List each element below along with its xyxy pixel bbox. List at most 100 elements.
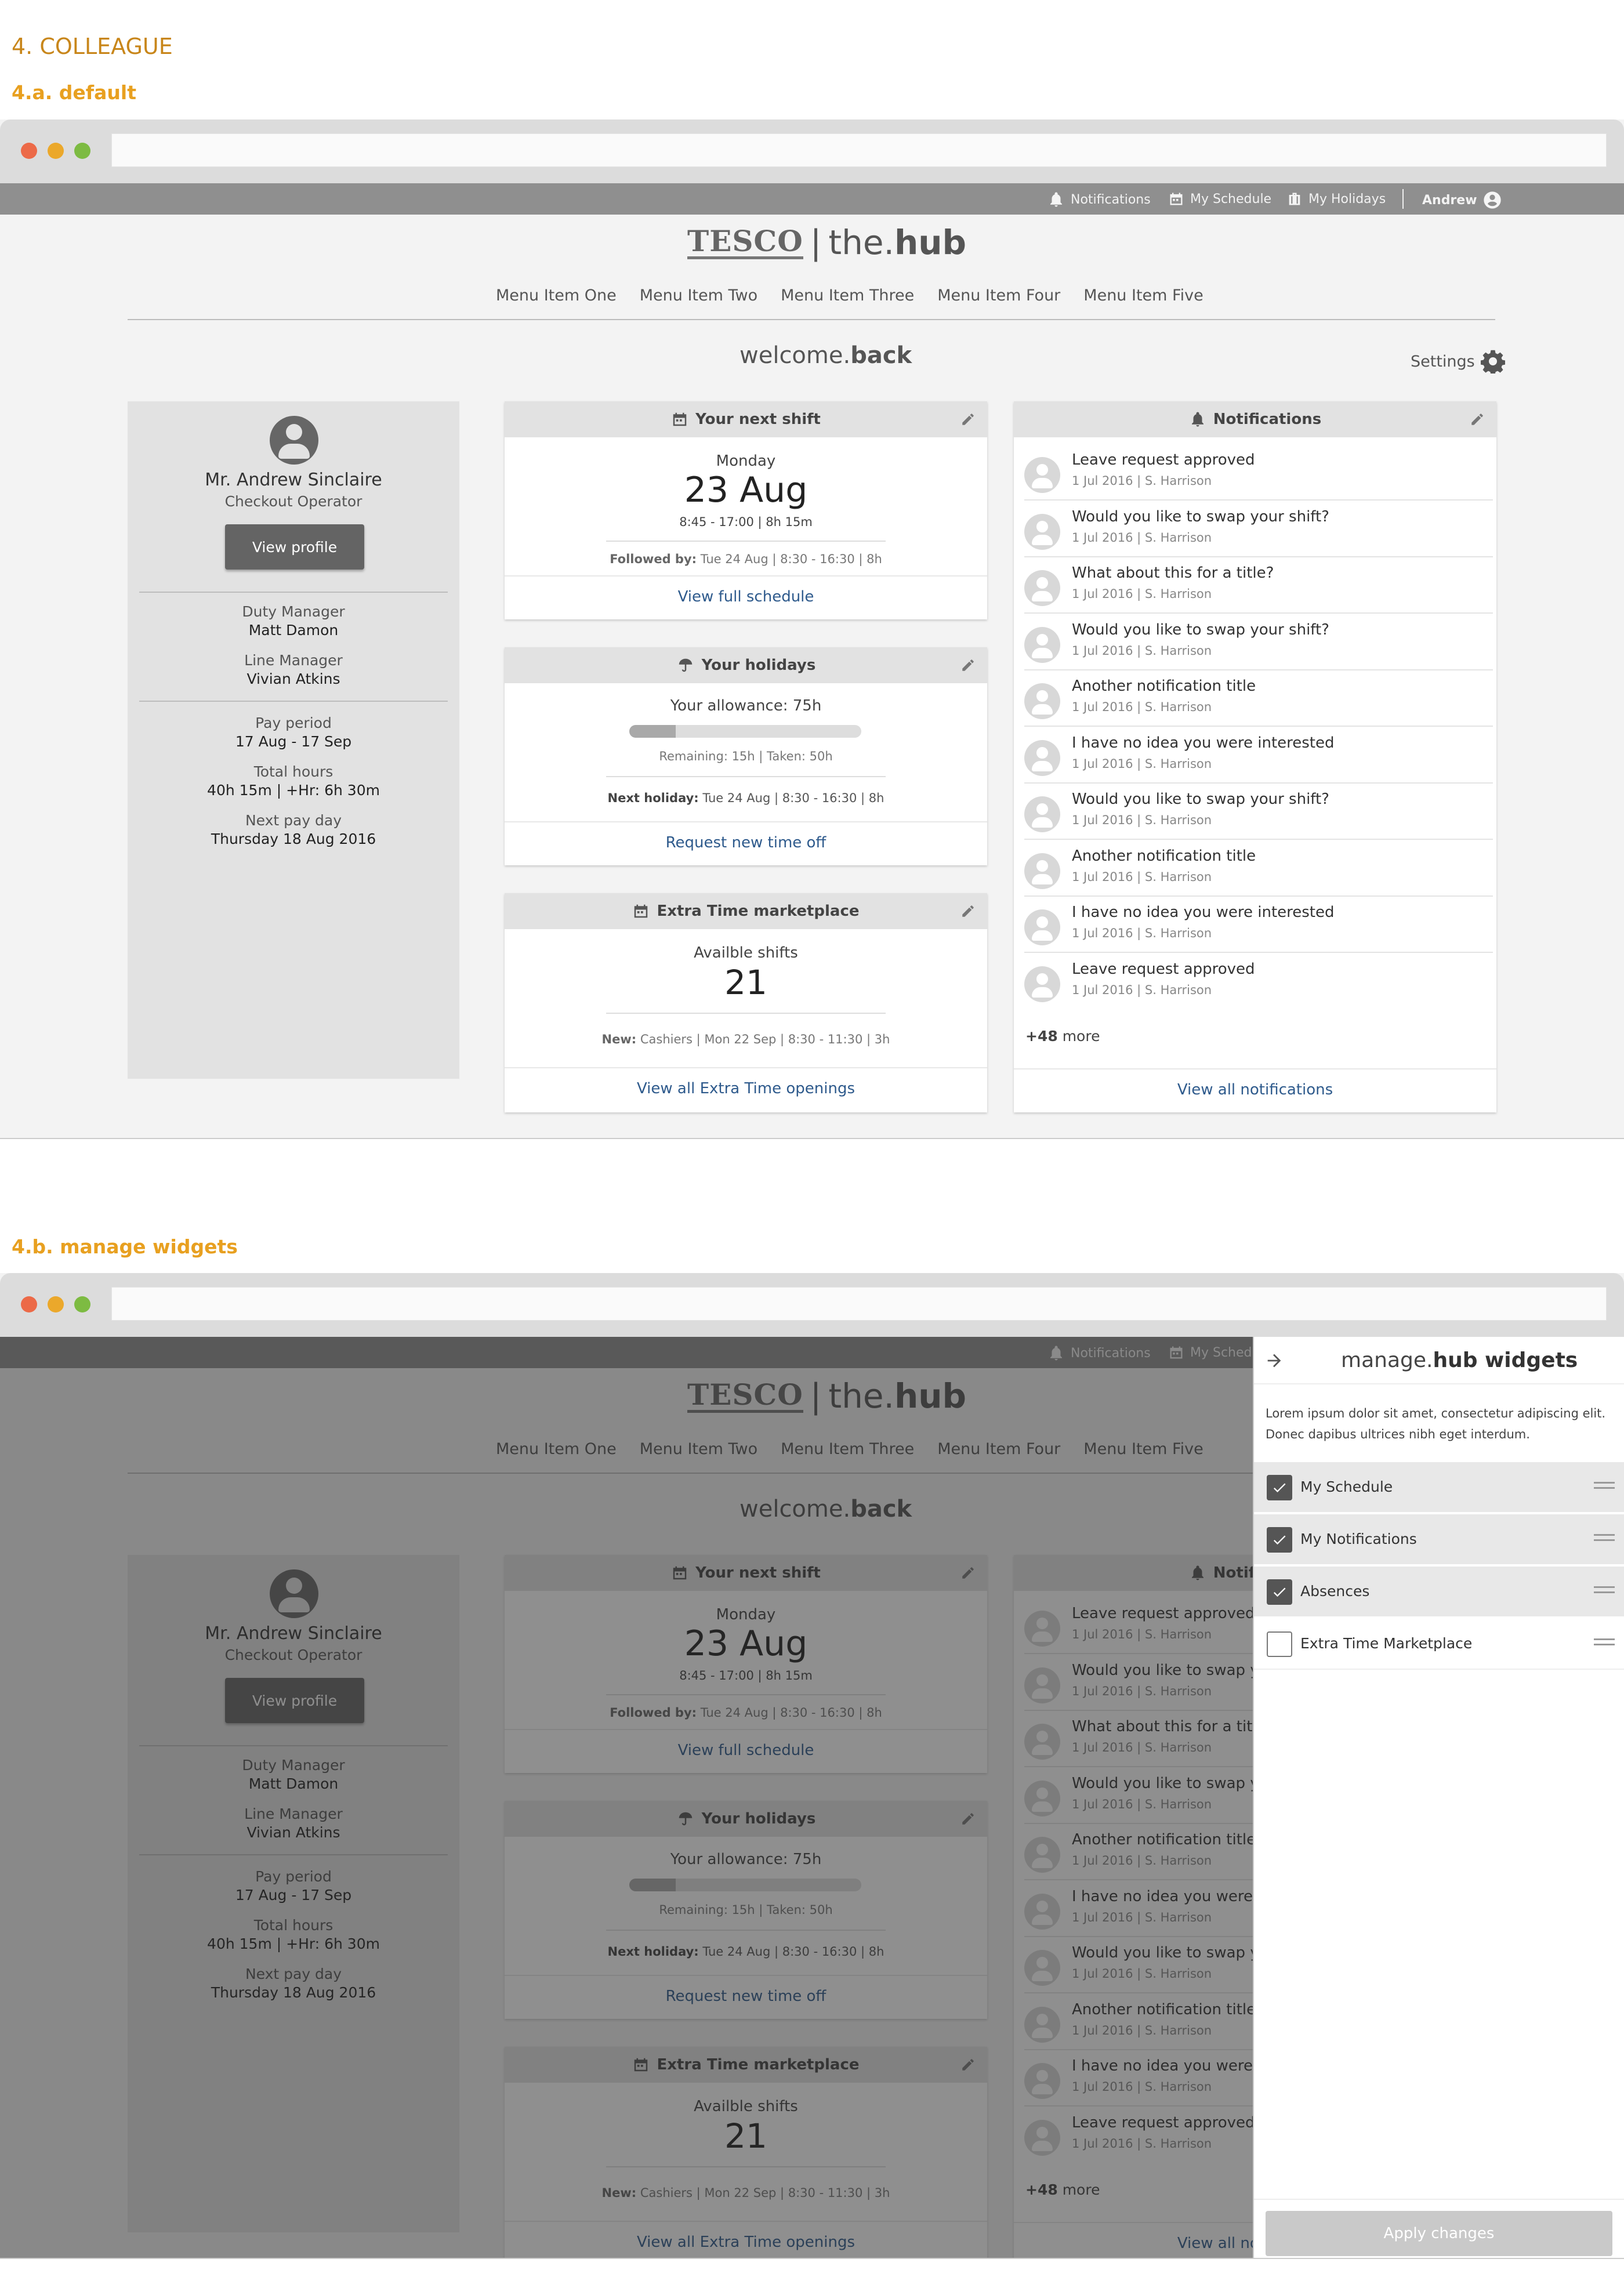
widget-checkbox[interactable]: [1267, 1579, 1292, 1605]
tesco-hub-logo[interactable]: TESCO | the.hub: [687, 223, 966, 262]
notification-meta: 1 Jul 2016 | S. Harrison: [1072, 643, 1212, 658]
nav-item-five[interactable]: Menu Item Five: [1083, 287, 1203, 304]
notification-title: Would you like to swap your shift?: [1072, 507, 1329, 525]
notification-item[interactable]: I have no idea you were interested 1 Jul …: [1024, 897, 1493, 953]
notification-item[interactable]: What about this for a title? 1 Jul 2016 |…: [1024, 557, 1493, 614]
drag-handle-icon[interactable]: [1594, 1482, 1615, 1493]
view-all-notifications-link[interactable]: View all notifications: [1014, 1081, 1496, 1098]
topbar-notifications-label: Notifications: [1071, 192, 1151, 207]
nav-item-three[interactable]: Menu Item Three: [781, 287, 914, 304]
avatar: [1024, 626, 1060, 663]
avatar: [1024, 739, 1060, 776]
notification-title: Another notification title: [1072, 847, 1256, 865]
edit-widget-button[interactable]: [960, 658, 976, 677]
widget-row[interactable]: Extra Time Marketplace: [1254, 1619, 1624, 1670]
nav-item-four[interactable]: Menu Item Four: [937, 287, 1060, 304]
widget-row[interactable]: Absences: [1254, 1567, 1624, 1618]
request-time-off-link[interactable]: Request new time off: [505, 834, 987, 851]
view-extra-time-link[interactable]: View all Extra Time openings: [505, 1080, 987, 1097]
widget-checkbox[interactable]: [1267, 1527, 1292, 1553]
view-full-schedule-link[interactable]: View full schedule: [505, 588, 987, 605]
holidays-widget: Your holidays Your allowance: 75h Remain…: [505, 647, 987, 865]
card-footer-divider: [505, 1067, 987, 1068]
edit-widget-button[interactable]: [1470, 412, 1485, 431]
settings-button[interactable]: Settings: [1411, 349, 1505, 374]
nav-item-two[interactable]: Menu Item Two: [640, 287, 757, 304]
widget-label: My Schedule: [1300, 1478, 1393, 1495]
minimize-window-dot[interactable]: [48, 143, 64, 159]
welcome-bold: back: [850, 342, 912, 369]
minimize-window-dot[interactable]: [48, 1296, 64, 1312]
topbar-user-menu[interactable]: Andrew: [1422, 191, 1502, 209]
maximize-window-dot[interactable]: [74, 1296, 90, 1312]
widget-title: Extra Time marketplace: [657, 902, 860, 920]
nav-divider: [128, 319, 1495, 320]
edit-widget-button[interactable]: [960, 412, 976, 431]
widget-header: Your next shift: [505, 401, 987, 437]
avatar: [1024, 966, 1060, 1002]
shift-date: 23 Aug: [684, 470, 808, 510]
topbar-notifications-link[interactable]: Notifications: [1047, 191, 1151, 208]
notifications-widget: Notifications Leave request approved 1 Ju…: [1014, 401, 1496, 1112]
gear-icon: [1480, 350, 1505, 374]
new-shift-label: New:: [601, 1032, 637, 1046]
apply-changes-button[interactable]: Apply changes: [1266, 2211, 1612, 2256]
notification-meta: 1 Jul 2016 | S. Harrison: [1072, 756, 1212, 771]
topbar-holidays-link[interactable]: My Holidays: [1286, 191, 1386, 207]
notification-item[interactable]: I have no idea you were interested 1 Jul …: [1024, 727, 1493, 784]
browser-chrome: [0, 119, 1624, 183]
edit-widget-button[interactable]: [960, 904, 976, 923]
notification-item[interactable]: Would you like to swap your shift? 1 Jul …: [1024, 784, 1493, 840]
pay-period-label: Pay period: [255, 715, 332, 731]
notification-meta: 1 Jul 2016 | S. Harrison: [1072, 813, 1212, 827]
main-nav: Menu Item One Menu Item Two Menu Item Th…: [496, 287, 1204, 304]
manage-widgets-panel: manage.hub widgets Lorem ipsum dolor sit…: [1253, 1337, 1624, 2258]
arrow-right-icon[interactable]: [1264, 1351, 1284, 1370]
notification-item[interactable]: Another notification title 1 Jul 2016 | S…: [1024, 670, 1493, 727]
pencil-icon: [962, 659, 974, 671]
more-word: more: [1057, 1028, 1100, 1045]
duty-manager-value: Matt Damon: [248, 622, 339, 639]
close-window-dot[interactable]: [21, 143, 37, 159]
notification-item[interactable]: Would you like to swap your shift? 1 Jul …: [1024, 614, 1493, 670]
nav-item-one[interactable]: Menu Item One: [496, 287, 617, 304]
card-divider: [606, 776, 886, 777]
drag-handle-icon[interactable]: [1594, 1586, 1615, 1598]
notification-item[interactable]: Another notification title 1 Jul 2016 | S…: [1024, 840, 1493, 897]
widget-checkbox[interactable]: [1267, 1631, 1292, 1657]
notification-title: I have no idea you were interested: [1072, 904, 1335, 921]
notification-item[interactable]: Would you like to swap your shift? 1 Jul …: [1024, 501, 1493, 557]
logo-hub: hub: [894, 223, 967, 262]
widget-checkbox[interactable]: [1267, 1475, 1292, 1500]
followed-by: Followed by: Tue 24 Aug | 8:30 - 16:30 |…: [505, 552, 987, 566]
address-bar[interactable]: [111, 133, 1607, 167]
drag-handle-icon[interactable]: [1594, 1638, 1615, 1650]
total-hours-label: Total hours: [253, 763, 334, 780]
check-icon: [1273, 1587, 1286, 1597]
maximize-window-dot[interactable]: [74, 143, 90, 159]
view-profile-button[interactable]: View profile: [225, 524, 364, 570]
calendar-icon: [1170, 193, 1183, 205]
holiday-progress-bar: [629, 725, 861, 738]
shift-time: 8:45 - 17:00 | 8h 15m: [679, 515, 813, 529]
notification-item[interactable]: Leave request approved 1 Jul 2016 | S. Ha…: [1024, 953, 1493, 1010]
address-bar[interactable]: [111, 1287, 1607, 1321]
widget-row[interactable]: My Schedule: [1254, 1462, 1624, 1513]
avatar: [1024, 796, 1060, 832]
close-window-dot[interactable]: [21, 1296, 37, 1312]
widget-label: Absences: [1300, 1583, 1370, 1600]
available-shifts-count: 21: [724, 963, 767, 1002]
topbar-schedule-link[interactable]: My Schedule: [1168, 191, 1271, 207]
avatar: [1024, 683, 1060, 719]
drag-handle-icon[interactable]: [1594, 1534, 1615, 1546]
doc-title: 4. COLLEAGUE: [12, 34, 173, 59]
shift-day: Monday: [716, 452, 776, 470]
topbar-holidays-label: My Holidays: [1308, 191, 1386, 206]
widget-row[interactable]: My Notifications: [1254, 1514, 1624, 1565]
browser-chrome: [0, 1273, 1624, 1337]
widget-title: Your holidays: [701, 657, 816, 674]
section-manage-widgets: 4.b. manage widgets Notifications My Sch…: [0, 1154, 1624, 2277]
profile-name: Mr. Andrew Sinclaire: [205, 470, 382, 490]
tesco-wordmark: TESCO: [687, 223, 803, 259]
notification-item[interactable]: Leave request approved 1 Jul 2016 | S. Ha…: [1024, 444, 1493, 501]
